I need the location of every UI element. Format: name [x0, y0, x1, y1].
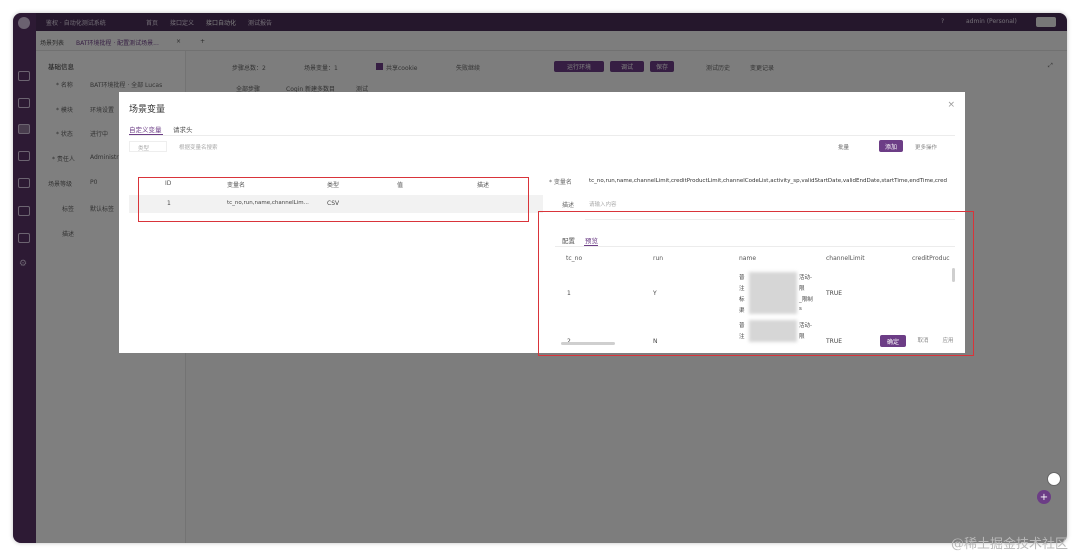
scenario-variables-dialog: 场景变量 × 自定义变量 请求头 类型 根据变量名搜索 批量 添加 更多操作 I… — [119, 92, 974, 356]
highlight-variables-table — [138, 177, 529, 222]
link-fab-icon[interactable] — [1047, 472, 1061, 486]
variable-name-label: * 变量名 — [549, 179, 572, 186]
add-variable-label: 添加 — [884, 143, 897, 151]
type-filter-label: 类型 — [138, 146, 150, 152]
tabs-divider — [129, 135, 955, 136]
search-placeholder: 根据变量名搜索 — [179, 145, 218, 151]
variable-name-input[interactable]: tc_no,run,name,channelLimit,creditProduc… — [589, 178, 951, 184]
highlight-preview-area — [538, 211, 974, 356]
description-label: 描述 — [562, 202, 575, 209]
tab-custom-variables[interactable]: 自定义变量 — [129, 124, 162, 134]
tab-request-headers[interactable]: 请求头 — [173, 124, 193, 134]
more-actions-dropdown[interactable]: 更多操作 — [915, 143, 937, 151]
watermark: @稀土掘金技术社区 — [950, 537, 1068, 552]
app-window: ⚙ 鉴权 · 自动化测试系统 首页 接口定义 接口自动化 测试报告 ? admi… — [13, 13, 1067, 543]
description-placeholder: 请输入内容 — [589, 202, 617, 208]
close-icon[interactable]: × — [947, 100, 955, 110]
add-fab-icon[interactable]: + — [1037, 490, 1051, 504]
type-filter-select[interactable]: 类型 — [129, 141, 167, 152]
variable-search-input[interactable]: 根据变量名搜索 — [175, 141, 545, 152]
dialog-title: 场景变量 — [129, 105, 166, 115]
add-variable-button[interactable]: 添加 — [879, 140, 903, 152]
batch-button[interactable]: 批量 — [838, 143, 849, 151]
